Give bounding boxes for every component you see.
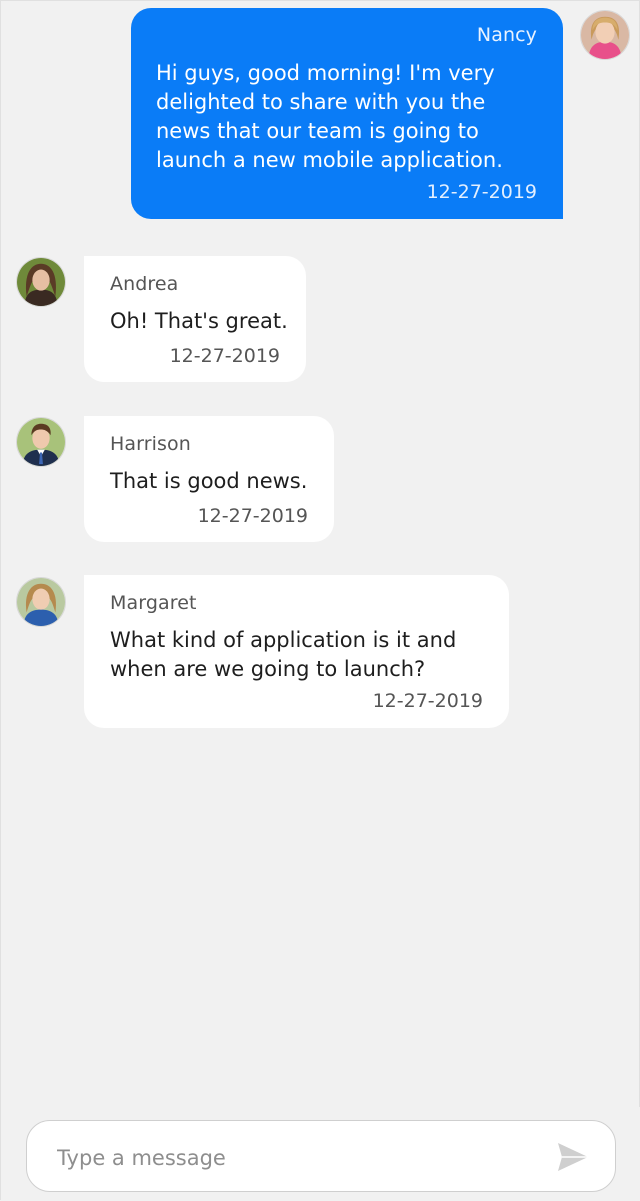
- andrea-avatar-image: [17, 258, 65, 306]
- message-sender: Margaret: [110, 592, 197, 614]
- message-input[interactable]: [55, 1135, 529, 1181]
- margaret-avatar-image: [17, 578, 65, 626]
- message-sender: Andrea: [110, 273, 179, 295]
- message-text: That is good news.: [110, 469, 308, 493]
- message-timestamp: 12-27-2019: [169, 345, 280, 367]
- message-bubble-margaret[interactable]: Margaret What kind of application is it …: [84, 575, 509, 728]
- avatar-nancy[interactable]: [580, 10, 630, 60]
- send-button[interactable]: [557, 1142, 589, 1172]
- message-bubble-harrison[interactable]: Harrison That is good news. 12-27-2019: [84, 416, 334, 542]
- send-icon: [558, 1143, 588, 1171]
- message-timestamp: 12-27-2019: [372, 690, 483, 712]
- message-sender: Harrison: [110, 433, 191, 455]
- message-text: What kind of application is it and when …: [110, 628, 457, 681]
- chat-window: Nancy Hi guys, good morning! I'm very de…: [0, 0, 640, 1201]
- message-timestamp: 12-27-2019: [426, 181, 537, 203]
- message-timestamp: 12-27-2019: [197, 505, 308, 527]
- avatar-harrison[interactable]: [16, 417, 66, 467]
- harrison-avatar-image: [17, 418, 65, 466]
- message-bubble-nancy[interactable]: Nancy Hi guys, good morning! I'm very de…: [131, 8, 563, 219]
- avatar-margaret[interactable]: [16, 577, 66, 627]
- message-composer: [1, 1107, 640, 1201]
- nancy-avatar-image: [581, 11, 629, 59]
- message-bubble-andrea[interactable]: Andrea Oh! That's great. 12-27-2019: [84, 256, 306, 382]
- avatar-andrea[interactable]: [16, 257, 66, 307]
- message-text: Oh! That's great.: [110, 309, 288, 333]
- message-sender: Nancy: [476, 24, 537, 46]
- message-input-box[interactable]: [26, 1120, 616, 1192]
- message-list[interactable]: Nancy Hi guys, good morning! I'm very de…: [1, 1, 640, 1107]
- message-text: Hi guys, good morning! I'm very delighte…: [156, 61, 503, 172]
